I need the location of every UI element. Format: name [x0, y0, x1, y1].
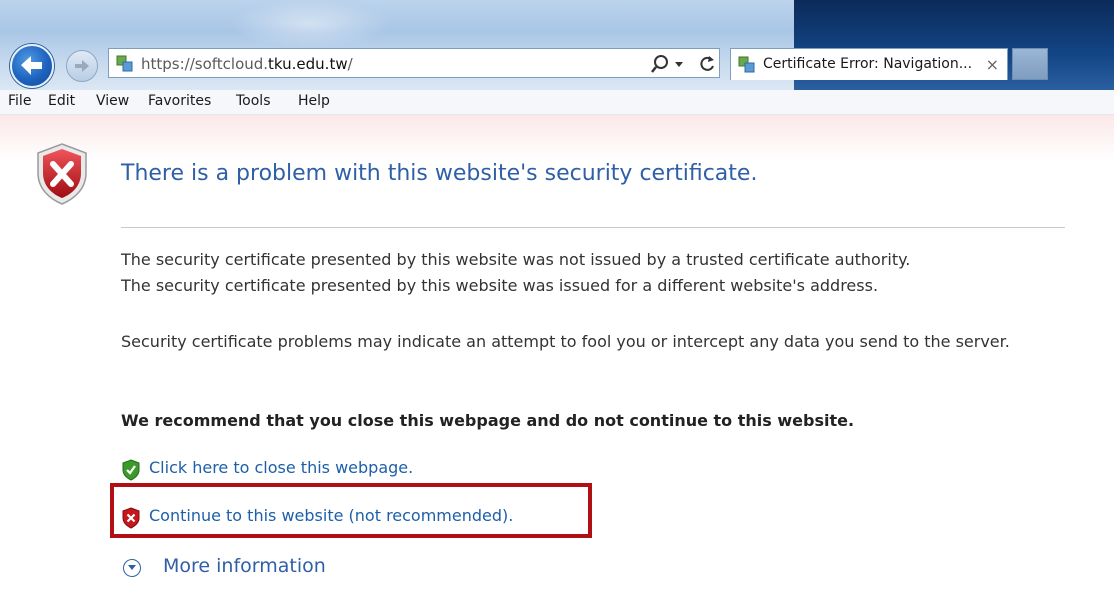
error-page: There is a problem with this website's s… [0, 115, 1114, 609]
chrome-glow [230, 0, 390, 48]
menu-tools[interactable]: Tools [236, 93, 271, 109]
menu-edit[interactable]: Edit [48, 93, 75, 109]
error-shield-small-icon [122, 507, 140, 529]
menu-bar: File Edit View Favorites Tools Help [0, 90, 1114, 115]
address-bar[interactable]: https://softcloud.tku.edu.tw/ [108, 48, 720, 78]
refresh-icon[interactable] [697, 53, 717, 75]
menu-file[interactable]: File [8, 93, 31, 109]
expand-circle-icon[interactable] [123, 559, 141, 577]
menu-view[interactable]: View [96, 93, 129, 109]
detail-untrusted: The security certificate presented by th… [121, 250, 911, 269]
search-dropdown[interactable] [651, 53, 691, 75]
menu-favorites[interactable]: Favorites [148, 93, 211, 109]
continue-website-link[interactable]: Continue to this website (not recommende… [149, 506, 513, 525]
tab-site-icon [738, 56, 755, 73]
forward-arrow-icon [75, 60, 89, 72]
back-button[interactable] [10, 44, 54, 88]
site-compatibility-icon [116, 55, 133, 72]
ok-shield-icon [122, 459, 140, 481]
certificate-details: The security certificate presented by th… [121, 247, 1061, 299]
menu-help[interactable]: Help [298, 93, 330, 109]
tab-certificate-error[interactable]: Certificate Error: Navigation... × [730, 48, 1008, 80]
chevron-down-icon [675, 62, 683, 67]
more-information-link[interactable]: More information [163, 555, 326, 577]
tab-title: Certificate Error: Navigation... [763, 56, 973, 72]
divider [121, 227, 1065, 228]
detail-mismatch: The security certificate presented by th… [121, 276, 879, 295]
tab-close-icon[interactable]: × [986, 55, 999, 74]
forward-button[interactable] [66, 50, 98, 82]
close-webpage-link[interactable]: Click here to close this webpage. [149, 458, 413, 477]
page-title: There is a problem with this website's s… [121, 161, 758, 186]
new-tab-button[interactable] [1012, 48, 1048, 80]
search-icon [651, 55, 668, 73]
recommendation-text: We recommend that you close this webpage… [121, 411, 855, 430]
error-shield-icon [37, 143, 87, 205]
browser-chrome: https://softcloud.tku.edu.tw/ Certificat… [0, 0, 1114, 91]
back-arrow-icon [21, 56, 42, 75]
warning-text: Security certificate problems may indica… [121, 332, 1010, 351]
url-text[interactable]: https://softcloud.tku.edu.tw/ [141, 55, 353, 73]
